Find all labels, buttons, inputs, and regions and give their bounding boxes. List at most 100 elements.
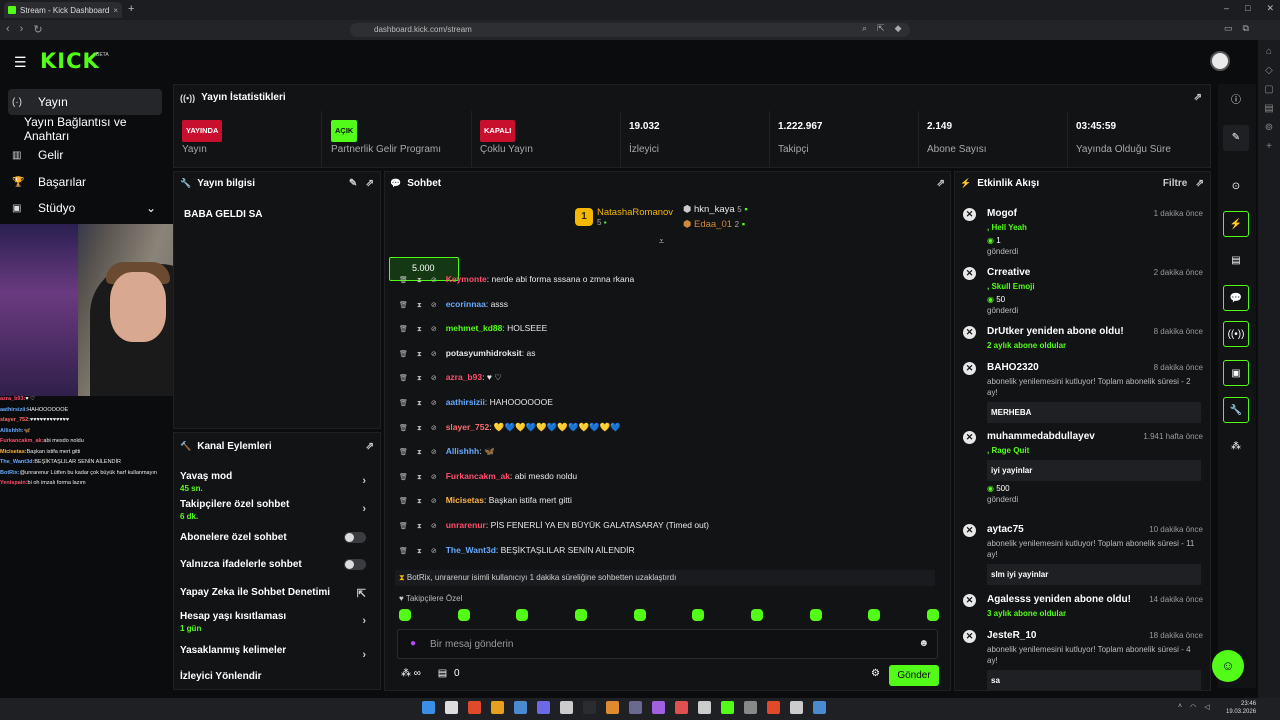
wrench-tool-icon[interactable]: 🔧 xyxy=(1223,397,1249,423)
chevron-right-icon[interactable]: › xyxy=(362,475,366,487)
info-icon[interactable]: ⓘ xyxy=(1223,88,1249,114)
ban-icon[interactable]: ⊘ xyxy=(431,523,437,530)
new-tab-button[interactable]: + xyxy=(128,3,134,15)
ban-icon[interactable]: ⊘ xyxy=(431,400,437,407)
sidebar-item-stream-key[interactable]: Yayın Bağlantısı ve Anahtarı xyxy=(8,115,174,143)
popout-icon[interactable]: ⇗ xyxy=(366,441,374,452)
taskbar-app-icon[interactable] xyxy=(445,701,458,714)
hamburger-menu-icon[interactable]: ☰ xyxy=(14,54,27,71)
delete-icon[interactable]: 🗑 xyxy=(399,498,408,505)
chat-message[interactable]: 🗑 ⧗ ⊘ Allishhh: 🦋 xyxy=(399,440,939,465)
chevron-right-icon[interactable]: › xyxy=(362,503,366,515)
ban-icon[interactable]: ⊘ xyxy=(431,302,437,309)
chat-message[interactable]: 🗑 ⧗ ⊘ ecorinnaa: asss xyxy=(399,293,939,318)
timeout-icon[interactable]: ⧗ xyxy=(417,449,422,456)
strip-icon[interactable]: ◇ xyxy=(1258,65,1280,76)
chat-username[interactable]: mehmet_kd88 xyxy=(446,323,503,333)
chat-username[interactable]: The_Want3d xyxy=(446,545,496,555)
browser-tab[interactable]: Stream - Kick Dashboard × xyxy=(4,2,122,18)
emote-icon[interactable] xyxy=(809,609,822,621)
ban-icon[interactable]: ⊘ xyxy=(431,449,437,456)
chat-message[interactable]: 🗑 ⧗ ⊘ Keymonte: nerde abi forma sssana o zm… xyxy=(399,268,939,293)
chat-message[interactable]: 🗑 ⧗ ⊘ unrarenur: PİS FENERLİ YA EN BÜYÜK GA… xyxy=(399,514,939,539)
chat-username[interactable]: unrarenur xyxy=(446,520,486,530)
channel-action-row[interactable]: Yalnızca ifadelerle sohbet xyxy=(180,559,374,570)
chat-username[interactable]: ecorinnaa xyxy=(446,299,486,309)
taskbar-app-icon[interactable] xyxy=(629,701,642,714)
minimize-button[interactable]: – xyxy=(1224,3,1229,14)
chat-username[interactable]: Furkancakm_ak xyxy=(446,471,510,481)
share-icon[interactable]: ⇱ xyxy=(877,23,885,34)
ban-icon[interactable]: ⊘ xyxy=(431,474,437,481)
collapse-icon[interactable]: ⩡ xyxy=(575,236,748,247)
taskbar-app-icon[interactable] xyxy=(744,701,757,714)
close-window-button[interactable]: ✕ xyxy=(1266,3,1274,14)
timeout-icon[interactable]: ⧗ xyxy=(417,302,422,309)
chevron-up-icon[interactable]: ˄ xyxy=(1178,703,1182,711)
taskbar-app-icon[interactable] xyxy=(813,701,826,714)
chat-message[interactable]: 🗑 ⧗ ⊘ Micisetas: Başkan istifa mert gitti xyxy=(399,489,939,514)
channel-action-row[interactable]: Yapay Zeka ile Sohbet Denetimi ⇱ xyxy=(180,587,374,600)
kick-logo[interactable]: KICK xyxy=(40,49,100,73)
delete-icon[interactable]: 🗑 xyxy=(399,302,408,309)
chat-username[interactable]: potasyumhidroksit xyxy=(446,348,522,358)
taskbar-app-icon[interactable] xyxy=(606,701,619,714)
emote-icon[interactable] xyxy=(868,609,881,621)
edit-icon[interactable]: ✎ xyxy=(1223,125,1249,151)
delete-icon[interactable]: 🗑 xyxy=(399,474,408,481)
send-button[interactable]: Gönder xyxy=(889,665,939,686)
taskbar-app-icon[interactable] xyxy=(537,701,550,714)
emote-icon[interactable] xyxy=(926,609,939,621)
edit-pencil-icon[interactable]: ✎ ⇗ xyxy=(349,178,374,189)
ban-icon[interactable]: ⊘ xyxy=(431,351,437,358)
emote-icon[interactable] xyxy=(399,609,411,621)
support-chat-button[interactable]: ☺ xyxy=(1212,650,1244,682)
timeout-icon[interactable]: ⧗ xyxy=(417,548,422,555)
taskbar-app-icon[interactable] xyxy=(422,701,435,714)
ban-icon[interactable]: ⊘ xyxy=(431,498,437,505)
ban-icon[interactable]: ⊘ xyxy=(431,277,437,284)
bolt-tool-icon[interactable]: ⚡ xyxy=(1223,211,1249,237)
chat-message[interactable]: 🗑 ⧗ ⊘ azra_b93: ♥ ♡ xyxy=(399,366,939,391)
timeout-icon[interactable]: ⧗ xyxy=(417,400,422,407)
timeout-icon[interactable]: ⧗ xyxy=(417,425,422,432)
wifi-icon[interactable]: ◠ xyxy=(1190,703,1196,711)
user-avatar[interactable] xyxy=(1210,51,1230,71)
channel-action-row[interactable]: Abonelere özel sohbet xyxy=(180,532,374,543)
channel-action-row[interactable]: Takipçilere özel sohbet 6 dk. › xyxy=(180,499,374,521)
channel-action-row[interactable]: İzleyici Yönlendir xyxy=(180,671,374,682)
broadcast-tool-icon[interactable]: ((•)) xyxy=(1223,321,1249,347)
taskbar-app-icon[interactable] xyxy=(514,701,527,714)
camera-icon[interactable]: ⊙ xyxy=(1223,174,1249,200)
strip-add-icon[interactable]: + xyxy=(1258,141,1280,152)
document-icon[interactable]: ▤ xyxy=(1223,248,1249,274)
chat-message[interactable]: 🗑 ⧗ ⊘ mehmet_kd88: HOLSEEE xyxy=(399,317,939,342)
channel-action-row[interactable]: Yasaklanmış kelimeler › xyxy=(180,645,374,661)
taskbar-app-icon[interactable] xyxy=(767,701,780,714)
delete-icon[interactable]: 🗑 xyxy=(399,375,408,382)
layout-tool-icon[interactable]: ▣ xyxy=(1223,360,1249,386)
taskbar-app-icon[interactable] xyxy=(560,701,573,714)
leader-3[interactable]: ⬢ Edaa_01 2 ▪ xyxy=(683,219,748,230)
timeout-icon[interactable]: ⧗ xyxy=(417,375,422,382)
emote-icon[interactable] xyxy=(516,609,529,621)
emote-icon[interactable] xyxy=(457,609,470,621)
delete-icon[interactable]: 🗑 xyxy=(399,400,408,407)
popout-icon[interactable]: ⇗ xyxy=(1194,92,1202,103)
close-tab-icon[interactable]: × xyxy=(113,6,118,15)
chat-message[interactable]: 🗑 ⧗ ⊘ aathirsizii: HAHOOOOOOE xyxy=(399,391,939,416)
delete-icon[interactable]: 🗑 xyxy=(399,523,408,530)
channel-action-row[interactable]: Hesap yaşı kısıtlaması 1 gün › xyxy=(180,611,374,633)
taskbar-app-icon[interactable] xyxy=(468,701,481,714)
users-tool-icon[interactable]: ⁂ xyxy=(1223,434,1249,460)
chat-tool-icon[interactable]: 💬 xyxy=(1223,285,1249,311)
toggle-switch[interactable] xyxy=(344,532,366,543)
back-button[interactable]: ‹ xyxy=(6,23,10,36)
chat-users-icon[interactable]: ⁂ ∞ xyxy=(401,668,421,679)
chat-message[interactable]: 🗑 ⧗ ⊘ slayer_752: 💛💙💛💙💛💙💛💙💛💙💛💙 xyxy=(399,416,939,441)
delete-icon[interactable]: 🗑 xyxy=(399,425,408,432)
emote-icon[interactable] xyxy=(633,609,646,621)
ban-icon[interactable]: ⊘ xyxy=(431,375,437,382)
channel-action-row[interactable]: Yavaş mod 45 sn. › xyxy=(180,471,374,493)
emote-icon[interactable] xyxy=(692,609,705,621)
